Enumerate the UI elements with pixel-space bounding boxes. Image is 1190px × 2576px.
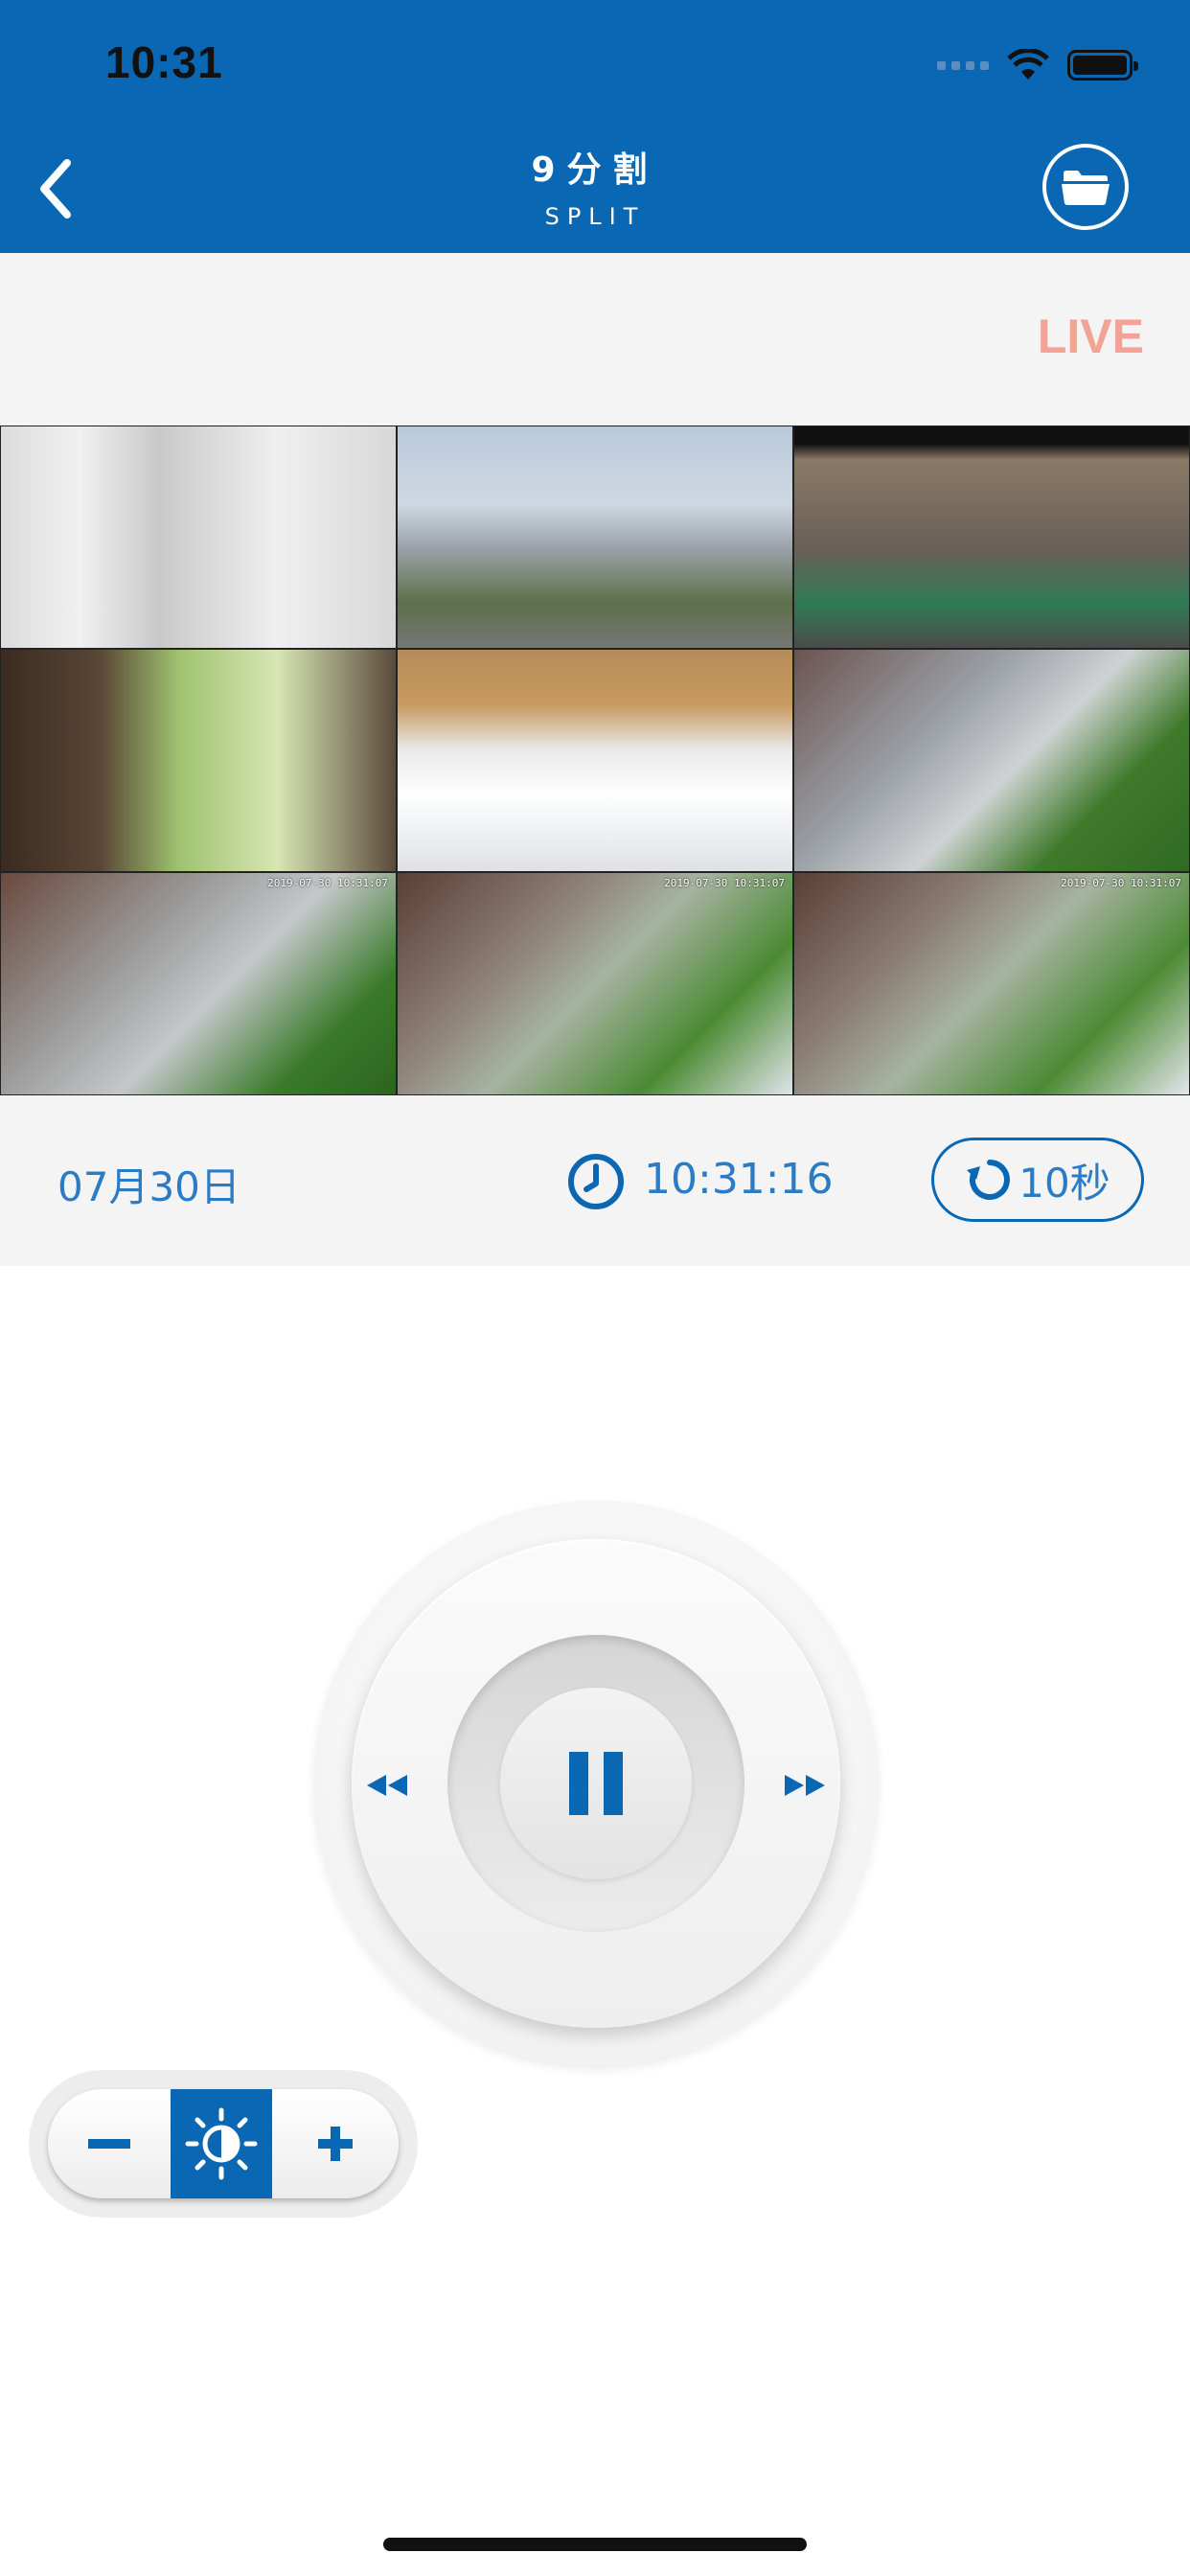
pause-button[interactable] — [500, 1688, 692, 1879]
camera-feed-8[interactable]: 2019-07-30 10:31:07 — [397, 872, 793, 1095]
fast-forward-icon — [785, 1775, 825, 1796]
battery-icon — [1067, 50, 1138, 80]
refresh-interval-button[interactable]: 10秒 — [931, 1138, 1144, 1222]
camera-timestamp: 2019-07-30 10:31:07 — [664, 877, 785, 889]
rewind-icon — [367, 1775, 407, 1796]
camera-feed-7[interactable]: 2019-07-30 10:31:07 — [0, 872, 397, 1095]
page-subtitle: SPLIT — [544, 203, 646, 230]
home-indicator[interactable] — [383, 2538, 807, 2551]
camera-feed-2[interactable] — [397, 426, 793, 649]
refresh-icon — [967, 1160, 1011, 1200]
camera-feed-5[interactable] — [397, 649, 793, 872]
jog-inner-ring — [447, 1635, 744, 1932]
info-bar: 07月30日 10:31:16 10秒 — [0, 1095, 1190, 1266]
plus-icon — [318, 2127, 353, 2161]
playback-control — [313, 1501, 879, 2066]
jog-dial[interactable] — [352, 1539, 840, 2028]
sun-half-icon — [185, 2107, 258, 2180]
current-time: 10:31:16 — [644, 1155, 834, 1204]
minus-icon — [88, 2139, 130, 2149]
camera-feed-6[interactable] — [793, 649, 1190, 872]
cellular-signal-icon — [937, 60, 989, 70]
camera-feed-4[interactable] — [0, 649, 397, 872]
folder-icon — [1062, 171, 1110, 205]
brightness-control — [29, 2070, 418, 2218]
brightness-stepper — [48, 2089, 399, 2198]
status-indicators — [937, 46, 1138, 84]
rewind-button[interactable] — [363, 1761, 411, 1809]
clock-icon — [568, 1154, 624, 1209]
brightness-increase-button[interactable] — [272, 2089, 399, 2198]
brightness-icon — [171, 2089, 272, 2198]
camera-feed-9[interactable]: 2019-07-30 10:31:07 — [793, 872, 1190, 1095]
app-header: 10:31 9分割 SPLIT — [0, 0, 1190, 253]
pause-icon — [569, 1752, 623, 1815]
brightness-decrease-button[interactable] — [48, 2089, 171, 2198]
current-date: 07月30日 — [57, 1163, 240, 1210]
status-time: 10:31 — [105, 37, 223, 87]
fast-forward-button[interactable] — [781, 1761, 829, 1809]
folder-button[interactable] — [1042, 144, 1129, 230]
camera-timestamp: 2019-07-30 10:31:07 — [267, 877, 388, 889]
refresh-interval-label: 10秒 — [1018, 1159, 1110, 1207]
live-label: LIVE — [1037, 310, 1144, 363]
camera-feed-3[interactable] — [793, 426, 1190, 649]
wifi-icon — [1007, 49, 1049, 80]
live-indicator-bar: LIVE — [0, 253, 1190, 426]
page-title: 9分割 — [531, 150, 659, 190]
camera-timestamp: 2019-07-30 10:31:07 — [1061, 877, 1181, 889]
camera-grid: 2019-07-30 10:31:07 2019-07-30 10:31:07 … — [0, 426, 1190, 1095]
camera-feed-1[interactable] — [0, 426, 397, 649]
